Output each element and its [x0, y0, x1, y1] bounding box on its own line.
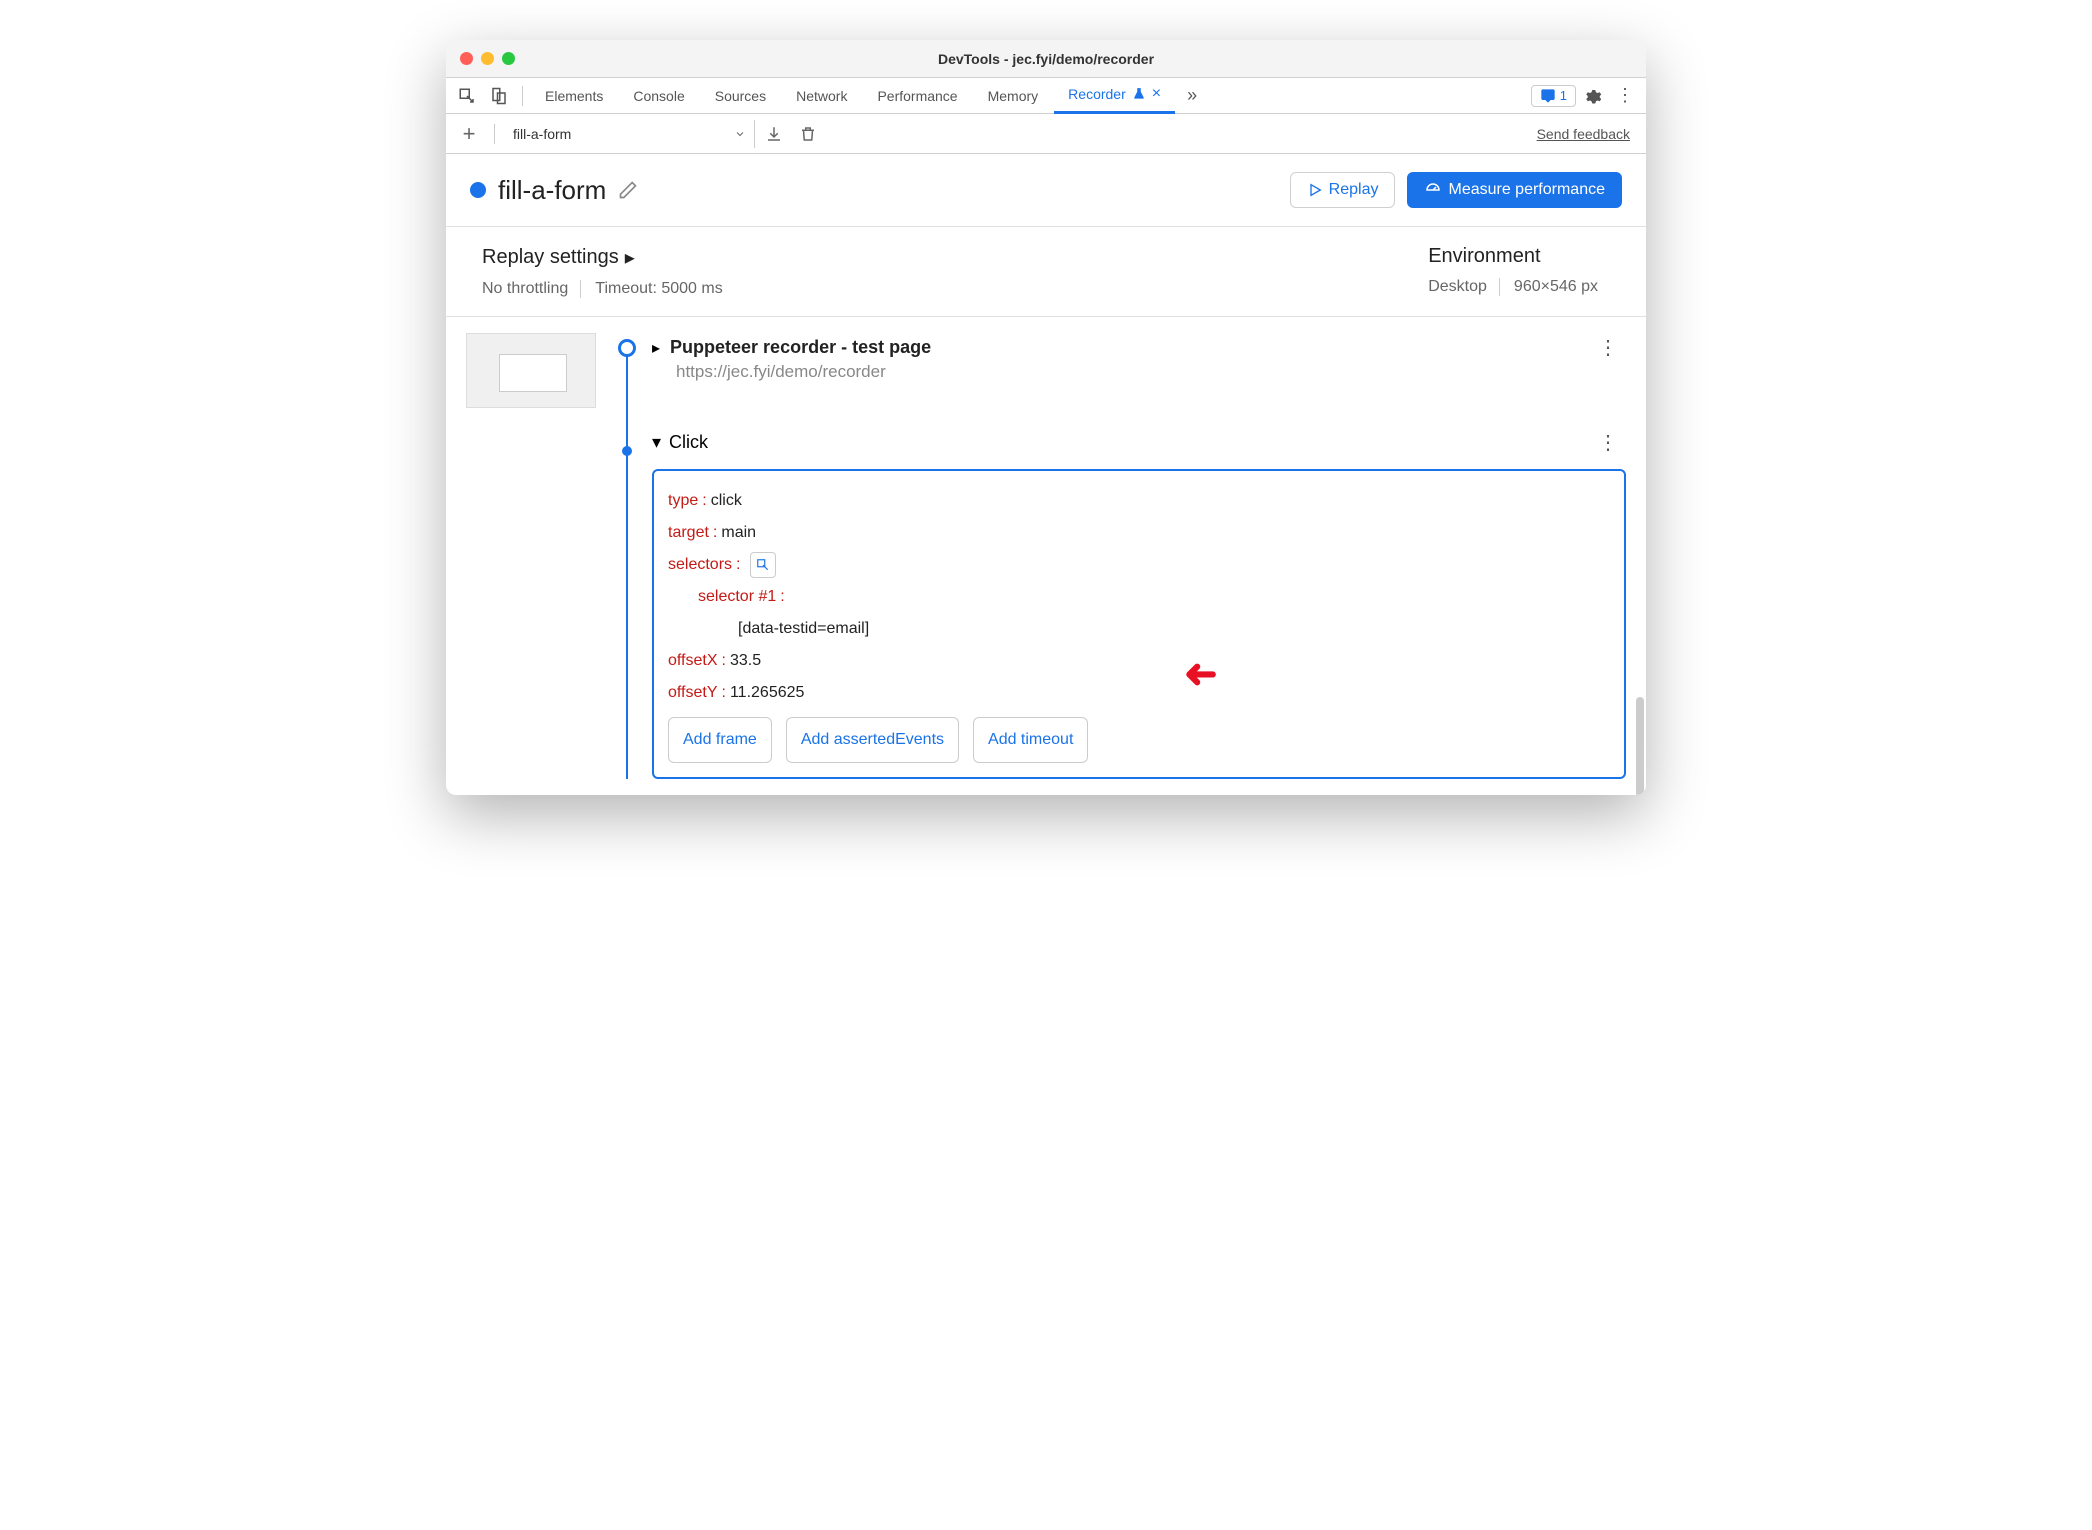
type-key: type	[668, 485, 698, 517]
click-step: ▾ Click ⋮ type: click target: main selec…	[652, 432, 1626, 779]
tab-recorder[interactable]: Recorder ×	[1054, 78, 1175, 114]
recording-dropdown-label: fill-a-form	[513, 126, 571, 142]
add-asserted-events-button[interactable]: Add assertedEvents	[786, 717, 959, 763]
navigation-step: ▸ Puppeteer recorder - test page ⋮ https…	[652, 333, 1626, 382]
offsetx-key: offsetX	[668, 645, 718, 677]
throttling-value: No throttling	[482, 280, 581, 298]
tab-memory[interactable]: Memory	[974, 78, 1053, 114]
minimize-window-button[interactable]	[481, 52, 494, 65]
chevron-right-icon: ▸	[625, 245, 635, 270]
offsety-key: offsetY	[668, 677, 718, 709]
recording-dropdown[interactable]: fill-a-form	[505, 120, 755, 148]
delete-icon[interactable]	[793, 120, 823, 148]
add-frame-button[interactable]: Add frame	[668, 717, 772, 763]
gauge-icon	[1424, 181, 1442, 199]
step-details-panel: type: click target: main selectors: sele…	[652, 469, 1626, 779]
offsetx-value[interactable]: 33.5	[730, 645, 761, 677]
titlebar: DevTools - jec.fyi/demo/recorder	[446, 40, 1646, 78]
issues-count: 1	[1560, 88, 1567, 103]
add-recording-icon[interactable]: +	[454, 120, 484, 148]
tab-console[interactable]: Console	[619, 78, 698, 114]
timeline-start-marker	[618, 339, 636, 357]
settings-section: Replay settings ▸ No throttling Timeout:…	[446, 227, 1646, 317]
target-key: target	[668, 517, 709, 549]
click-step-label: Click	[669, 432, 708, 453]
send-feedback-link[interactable]: Send feedback	[1537, 126, 1630, 142]
dimensions-value: 960×546 px	[1514, 278, 1610, 296]
add-timeout-button[interactable]: Add timeout	[973, 717, 1088, 763]
inspect-element-icon[interactable]	[452, 82, 482, 110]
timeline-step-marker	[622, 446, 632, 456]
navigation-step-url: https://jec.fyi/demo/recorder	[676, 362, 1626, 382]
divider	[522, 86, 523, 106]
timeline-line	[626, 353, 628, 779]
export-icon[interactable]	[759, 120, 789, 148]
navigation-step-header[interactable]: ▸ Puppeteer recorder - test page ⋮	[652, 333, 1626, 362]
pick-selector-button[interactable]	[750, 552, 776, 578]
divider	[494, 124, 495, 144]
recording-header: fill-a-form Replay Measure performance	[446, 154, 1646, 227]
window-title: DevTools - jec.fyi/demo/recorder	[446, 51, 1646, 67]
collapse-icon: ▾	[652, 432, 661, 453]
timeout-value: Timeout: 5000 ms	[595, 280, 734, 298]
close-window-button[interactable]	[460, 52, 473, 65]
tab-performance[interactable]: Performance	[863, 78, 971, 114]
selector-label: selector #1	[698, 581, 776, 613]
type-value[interactable]: click	[711, 485, 742, 517]
steps-timeline: ▸ Puppeteer recorder - test page ⋮ https…	[446, 317, 1646, 795]
play-icon	[1307, 182, 1323, 198]
device-toolbar-icon[interactable]	[484, 82, 514, 110]
step-menu-icon[interactable]: ⋮	[1598, 335, 1618, 360]
selectors-key: selectors	[668, 549, 732, 581]
recording-title: fill-a-form	[498, 175, 606, 206]
status-dot	[470, 182, 486, 198]
scrollbar[interactable]	[1636, 697, 1644, 795]
replay-settings-heading[interactable]: Replay settings ▸	[482, 245, 735, 270]
target-value[interactable]: main	[721, 517, 756, 549]
maximize-window-button[interactable]	[502, 52, 515, 65]
tab-elements[interactable]: Elements	[531, 78, 617, 114]
flask-icon	[1132, 87, 1146, 101]
measure-performance-button[interactable]: Measure performance	[1407, 172, 1622, 208]
selector-value[interactable]: [data-testid=email]	[668, 613, 1610, 645]
recorder-toolbar: + fill-a-form Send feedback	[446, 114, 1646, 154]
devtools-window: DevTools - jec.fyi/demo/recorder Element…	[446, 40, 1646, 795]
annotation-arrow-icon: ➜	[1184, 651, 1218, 697]
navigation-step-title: Puppeteer recorder - test page	[670, 337, 931, 358]
tabs-row: Elements Console Sources Network Perform…	[446, 78, 1646, 114]
tab-network[interactable]: Network	[782, 78, 861, 114]
click-step-header[interactable]: ▾ Click ⋮	[652, 432, 1626, 453]
kebab-menu-icon[interactable]: ⋮	[1610, 82, 1640, 110]
page-thumbnail	[466, 333, 596, 408]
measure-button-label: Measure performance	[1448, 181, 1605, 199]
expand-icon: ▸	[652, 338, 660, 358]
close-tab-icon[interactable]: ×	[1152, 85, 1161, 103]
settings-gear-icon[interactable]	[1578, 82, 1608, 110]
issues-badge[interactable]: 1	[1531, 85, 1576, 107]
more-tabs-icon[interactable]: »	[1177, 82, 1207, 110]
device-value: Desktop	[1428, 278, 1500, 296]
replay-button-label: Replay	[1329, 181, 1379, 199]
traffic-lights	[446, 52, 515, 65]
chevron-down-icon	[734, 128, 746, 140]
step-menu-icon[interactable]: ⋮	[1598, 430, 1618, 455]
issues-icon	[1540, 88, 1556, 104]
tab-sources[interactable]: Sources	[701, 78, 780, 114]
replay-button[interactable]: Replay	[1290, 172, 1396, 208]
environment-heading: Environment	[1428, 245, 1540, 268]
tab-recorder-label: Recorder	[1068, 86, 1126, 102]
offsety-value[interactable]: 11.265625	[730, 677, 804, 709]
edit-icon[interactable]	[618, 180, 638, 200]
